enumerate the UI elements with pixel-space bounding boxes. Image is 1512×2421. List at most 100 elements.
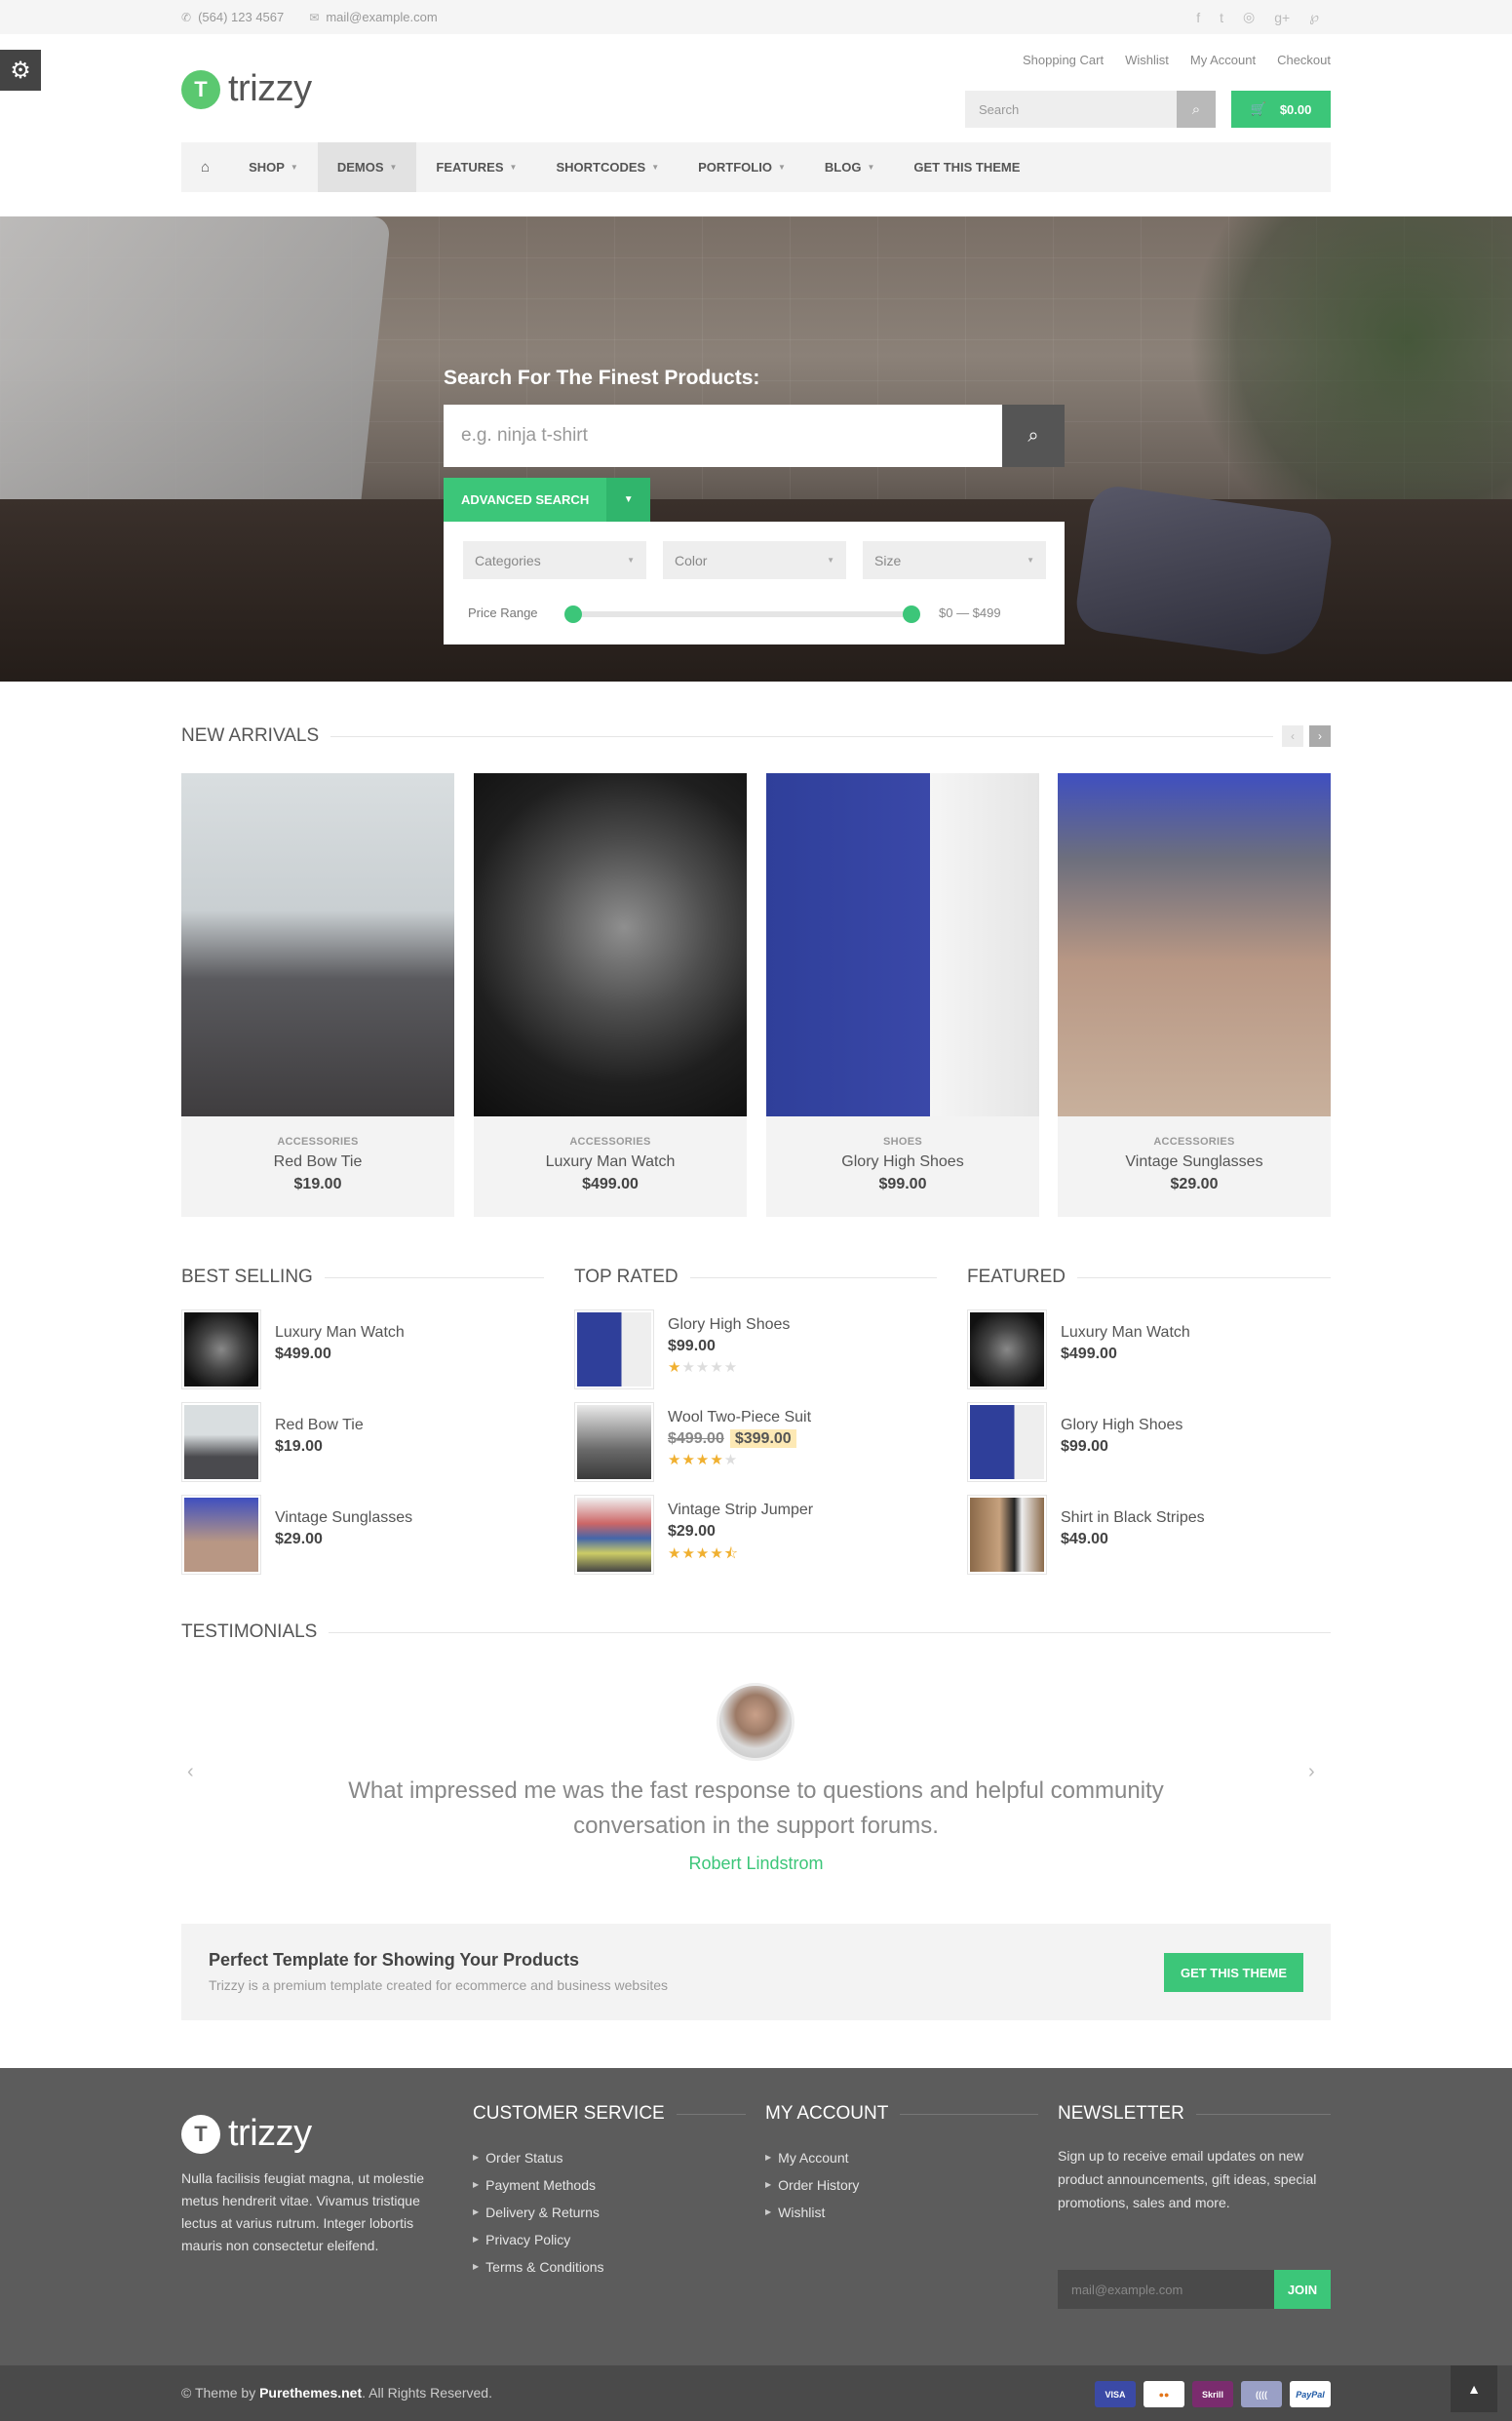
size-select[interactable]: Size ▼ <box>863 541 1046 579</box>
site-logo[interactable]: T trizzy <box>181 68 312 110</box>
nav-home[interactable]: ⌂ <box>181 142 229 192</box>
product-thumbnail[interactable] <box>574 1495 654 1575</box>
copyright-brand-link[interactable]: Purethemes.net <box>259 2385 362 2401</box>
price-max-handle[interactable] <box>903 605 920 623</box>
product-name[interactable]: Luxury Man Watch <box>275 1324 405 1342</box>
product-image[interactable] <box>1058 773 1331 1116</box>
pinterest-icon[interactable]: ℘ <box>1309 9 1319 25</box>
product-name[interactable]: Red Bow Tie <box>181 1153 454 1171</box>
nav-get-theme[interactable]: GET THIS THEME <box>894 142 1039 192</box>
list-item[interactable]: Glory High Shoes $99.00 <box>967 1402 1330 1482</box>
list-item[interactable]: Shirt in Black Stripes $49.00 <box>967 1495 1330 1575</box>
product-card[interactable]: ACCESSORIES Luxury Man Watch $499.00 <box>474 773 747 1217</box>
footer-link-label[interactable]: Privacy Policy <box>485 2226 570 2253</box>
product-thumbnail[interactable] <box>967 1309 1047 1389</box>
carousel-next-button[interactable]: › <box>1309 725 1331 747</box>
product-thumbnail[interactable] <box>574 1309 654 1389</box>
categories-select[interactable]: Categories ▼ <box>463 541 646 579</box>
product-name[interactable]: Shirt in Black Stripes <box>1061 1509 1205 1527</box>
list-item[interactable]: Glory High Shoes $99.00 ★★★★★ <box>574 1309 937 1389</box>
footer-link[interactable]: ▶ Delivery & Returns <box>473 2199 746 2226</box>
nav-shop[interactable]: SHOP ▼ <box>229 142 318 192</box>
dribbble-icon[interactable]: ◎ <box>1243 9 1255 25</box>
product-name[interactable]: Glory High Shoes <box>668 1316 790 1334</box>
email-contact[interactable]: ✉ mail@example.com <box>309 10 437 24</box>
email-address[interactable]: mail@example.com <box>326 10 437 24</box>
list-item[interactable]: Luxury Man Watch $499.00 <box>181 1309 544 1389</box>
twitter-icon[interactable]: t <box>1220 10 1223 25</box>
product-category[interactable]: ACCESSORIES <box>1058 1136 1331 1148</box>
product-thumbnail[interactable] <box>181 1309 261 1389</box>
list-item[interactable]: Red Bow Tie $19.00 <box>181 1402 544 1482</box>
list-item[interactable]: Wool Two-Piece Suit $499.00 $399.00 ★★★★★ <box>574 1402 937 1482</box>
facebook-icon[interactable]: f <box>1196 10 1200 25</box>
product-category[interactable]: SHOES <box>766 1136 1039 1148</box>
footer-link[interactable]: ▶ Order History <box>765 2171 1038 2199</box>
footer-link[interactable]: ▶ Payment Methods <box>473 2171 746 2199</box>
product-name[interactable]: Luxury Man Watch <box>1061 1324 1190 1342</box>
advanced-search-toggle[interactable]: ADVANCED SEARCH ▼ <box>444 478 651 522</box>
product-category[interactable]: ACCESSORIES <box>474 1136 747 1148</box>
product-image[interactable] <box>766 773 1039 1116</box>
product-thumbnail[interactable] <box>967 1495 1047 1575</box>
footer-logo[interactable]: T trizzy <box>181 2113 312 2155</box>
footer-link[interactable]: ▶ My Account <box>765 2144 1038 2171</box>
footer-link-label[interactable]: My Account <box>778 2144 848 2171</box>
footer-link-label[interactable]: Payment Methods <box>485 2171 596 2199</box>
nav-demos[interactable]: DEMOS ▼ <box>317 142 417 192</box>
wishlist-link[interactable]: Wishlist <box>1125 53 1169 67</box>
footer-link-label[interactable]: Wishlist <box>778 2199 825 2226</box>
product-name[interactable]: Vintage Sunglasses <box>1058 1153 1331 1171</box>
footer-link-label[interactable]: Delivery & Returns <box>485 2199 600 2226</box>
nav-blog[interactable]: BLOG ▼ <box>805 142 894 192</box>
price-range-slider[interactable] <box>564 605 920 623</box>
caret-down-icon[interactable]: ▼ <box>606 478 651 522</box>
join-button[interactable]: JOIN <box>1274 2270 1331 2309</box>
newsletter-email-input[interactable]: mail@example.com <box>1058 2270 1274 2309</box>
footer-link-label[interactable]: Order History <box>778 2171 859 2199</box>
product-name[interactable]: Luxury Man Watch <box>474 1153 747 1171</box>
footer-link-label[interactable]: Order Status <box>485 2144 562 2171</box>
nav-features[interactable]: FEATURES ▼ <box>416 142 536 192</box>
testimonial-prev-button[interactable]: ‹ <box>187 1761 194 1783</box>
footer-link[interactable]: ▶ Terms & Conditions <box>473 2253 746 2281</box>
product-thumbnail[interactable] <box>181 1402 261 1482</box>
product-thumbnail[interactable] <box>967 1402 1047 1482</box>
product-card[interactable]: ACCESSORIES Red Bow Tie $19.00 <box>181 773 454 1217</box>
product-category[interactable]: ACCESSORIES <box>181 1136 454 1148</box>
nav-shortcodes[interactable]: SHORTCODES ▼ <box>536 142 678 192</box>
product-name[interactable]: Red Bow Tie <box>275 1417 364 1434</box>
product-name[interactable]: Vintage Sunglasses <box>275 1509 412 1527</box>
list-item[interactable]: Vintage Strip Jumper $29.00 ★★★★⯪ <box>574 1495 937 1575</box>
footer-link-label[interactable]: Terms & Conditions <box>485 2253 603 2281</box>
nav-portfolio[interactable]: PORTFOLIO ▼ <box>678 142 805 192</box>
shopping-cart-link[interactable]: Shopping Cart <box>1023 53 1104 67</box>
price-min-handle[interactable] <box>564 605 582 623</box>
product-name[interactable]: Glory High Shoes <box>766 1153 1039 1171</box>
my-account-link[interactable]: My Account <box>1190 53 1256 67</box>
product-card[interactable]: SHOES Glory High Shoes $99.00 <box>766 773 1039 1217</box>
product-image[interactable] <box>181 773 454 1116</box>
cart-button[interactable]: 🛒 $0.00 <box>1231 91 1331 128</box>
google-plus-icon[interactable]: g+ <box>1274 10 1290 25</box>
settings-gear-button[interactable]: ⚙ <box>0 50 41 91</box>
back-to-top-button[interactable]: ▲ <box>1451 2365 1497 2412</box>
carousel-prev-button[interactable]: ‹ <box>1282 725 1303 747</box>
product-thumbnail[interactable] <box>181 1495 261 1575</box>
get-theme-button[interactable]: GET THIS THEME <box>1164 1953 1303 1992</box>
header-search-button[interactable]: ⌕ <box>1177 91 1216 128</box>
footer-link[interactable]: ▶ Order Status <box>473 2144 746 2171</box>
footer-link[interactable]: ▶ Privacy Policy <box>473 2226 746 2253</box>
color-select[interactable]: Color ▼ <box>663 541 846 579</box>
checkout-link[interactable]: Checkout <box>1277 53 1331 67</box>
product-name[interactable]: Vintage Strip Jumper <box>668 1502 813 1519</box>
product-image[interactable] <box>474 773 747 1116</box>
hero-search-input[interactable]: e.g. ninja t-shirt <box>444 405 1002 467</box>
product-thumbnail[interactable] <box>574 1402 654 1482</box>
product-name[interactable]: Glory High Shoes <box>1061 1417 1182 1434</box>
list-item[interactable]: Luxury Man Watch $499.00 <box>967 1309 1330 1389</box>
testimonial-next-button[interactable]: › <box>1308 1761 1315 1783</box>
list-item[interactable]: Vintage Sunglasses $29.00 <box>181 1495 544 1575</box>
footer-link[interactable]: ▶ Wishlist <box>765 2199 1038 2226</box>
header-search-input[interactable]: Search <box>965 91 1177 128</box>
